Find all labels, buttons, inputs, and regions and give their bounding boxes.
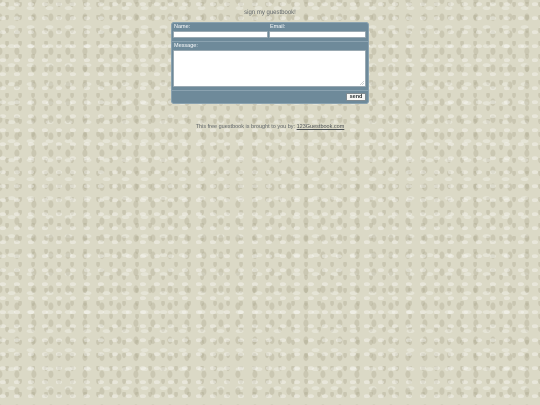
name-label: Name:	[174, 24, 191, 30]
page-caption: sign my guestbook!	[244, 10, 296, 16]
email-label: Email:	[270, 24, 286, 30]
resize-grip-icon[interactable]	[360, 81, 364, 85]
send-button[interactable]: send	[346, 93, 366, 101]
footer-credit: This free guestbook is brought to you by…	[0, 124, 540, 130]
email-input[interactable]	[269, 31, 366, 38]
message-label: Message:	[174, 43, 198, 49]
credit-text: This free guestbook is brought to you by…	[195, 124, 296, 130]
form-divider	[171, 90, 369, 91]
form-divider	[171, 41, 369, 42]
name-input[interactable]	[173, 31, 268, 38]
message-textarea[interactable]	[173, 50, 366, 87]
guestbook-link[interactable]: 123Guestbook.com	[297, 124, 345, 130]
